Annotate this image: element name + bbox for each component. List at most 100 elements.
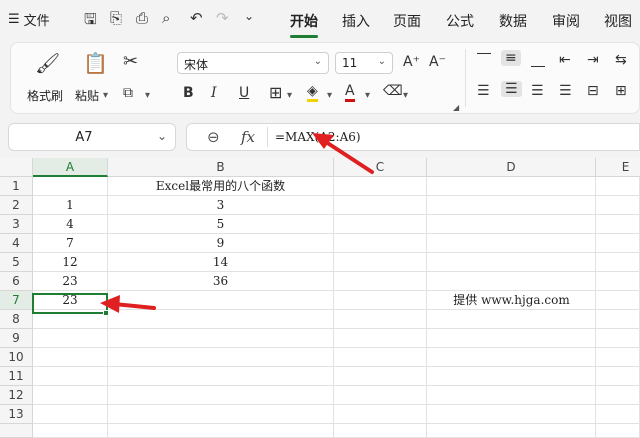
cell-a3[interactable]: 4: [33, 215, 108, 234]
grid-cell[interactable]: [427, 367, 596, 386]
fill-handle[interactable]: [103, 310, 109, 316]
cell-b4[interactable]: 9: [108, 234, 334, 253]
align-right-icon[interactable]: ☰: [531, 83, 544, 99]
file-menu[interactable]: ☰ 文件: [8, 10, 50, 29]
grid-cell[interactable]: [596, 234, 640, 253]
grid-cell[interactable]: [427, 310, 596, 329]
shrink-font-button[interactable]: A⁻: [429, 54, 446, 70]
grid-cell[interactable]: [334, 367, 427, 386]
row-header-13[interactable]: 13: [0, 405, 33, 424]
grid-cell[interactable]: [108, 386, 334, 405]
grid-cell[interactable]: [596, 367, 640, 386]
row-header-8[interactable]: 8: [0, 310, 33, 329]
grid-cell[interactable]: [108, 405, 334, 424]
row-header-3[interactable]: 3: [0, 215, 33, 234]
tab-review[interactable]: 审阅: [552, 11, 580, 31]
cell-a6[interactable]: 23: [33, 272, 108, 291]
align-center-icon[interactable]: ☰: [501, 81, 522, 97]
format-painter-label[interactable]: 格式刷: [27, 87, 63, 104]
grid-cell[interactable]: [596, 272, 640, 291]
grid-cell[interactable]: [596, 196, 640, 215]
select-all-corner[interactable]: [0, 158, 33, 177]
align-top-icon[interactable]: ⎺: [477, 52, 491, 68]
paste-icon[interactable]: 📋: [83, 51, 108, 75]
cell-d7[interactable]: 提供 www.hjga.com: [427, 291, 596, 310]
grid-cell[interactable]: [334, 386, 427, 405]
column-header-d[interactable]: D: [427, 158, 596, 177]
grid-cell[interactable]: [596, 386, 640, 405]
grid-cell[interactable]: [427, 405, 596, 424]
italic-button[interactable]: I: [211, 85, 217, 101]
print-icon[interactable]: ⎙: [136, 9, 148, 27]
align-left-icon[interactable]: ☰: [477, 83, 490, 99]
tab-home[interactable]: 开始: [290, 11, 318, 31]
grid-cell[interactable]: [427, 234, 596, 253]
grid-cell[interactable]: [596, 348, 640, 367]
grid-cell[interactable]: [427, 424, 596, 438]
decrease-indent-icon[interactable]: ⇤: [559, 52, 571, 68]
tab-formula[interactable]: 公式: [446, 11, 474, 31]
eraser-dropdown-icon[interactable]: ▾: [403, 90, 408, 101]
grid-cell[interactable]: [108, 310, 334, 329]
grid-cell[interactable]: [596, 253, 640, 272]
insert-function-button[interactable]: fx: [241, 128, 255, 146]
grid-cell[interactable]: [33, 329, 108, 348]
row-header-14[interactable]: [0, 424, 33, 438]
grid-cell[interactable]: [596, 329, 640, 348]
cell-b3[interactable]: 5: [108, 215, 334, 234]
tab-insert[interactable]: 插入: [342, 11, 370, 31]
grid-cell[interactable]: [334, 348, 427, 367]
cut-icon[interactable]: ✂: [123, 51, 138, 72]
grid-cell[interactable]: [596, 177, 640, 196]
grid-cell[interactable]: [108, 424, 334, 438]
grid-cell[interactable]: [427, 177, 596, 196]
row-header-7[interactable]: 7: [0, 291, 33, 310]
paste-dropdown-icon[interactable]: ▾: [103, 90, 108, 101]
formula-input[interactable]: ⊖ fx =MAX(A2:A6): [186, 123, 640, 151]
grid-cell[interactable]: [334, 196, 427, 215]
wrap-text-icon[interactable]: ⇆: [615, 52, 627, 68]
tab-view[interactable]: 视图: [604, 11, 632, 31]
grid-cell[interactable]: [334, 253, 427, 272]
grid-cell[interactable]: [596, 424, 640, 438]
row-header-5[interactable]: 5: [0, 253, 33, 272]
border-icon[interactable]: ⊞: [269, 83, 282, 102]
grid-cell[interactable]: [427, 196, 596, 215]
zoom-formula-icon[interactable]: ⊖: [207, 128, 220, 146]
merge-cells-icon[interactable]: ⊞: [615, 83, 627, 99]
column-header-b[interactable]: B: [108, 158, 334, 177]
grid-cell[interactable]: [334, 405, 427, 424]
column-header-c[interactable]: C: [334, 158, 427, 177]
grid-cell[interactable]: [108, 348, 334, 367]
border-dropdown-icon[interactable]: ▾: [287, 90, 292, 101]
chevron-down-icon[interactable]: ⌄: [157, 129, 167, 143]
grid-cell[interactable]: [427, 348, 596, 367]
tab-page[interactable]: 页面: [393, 11, 421, 31]
fill-color-dropdown-icon[interactable]: ▾: [327, 90, 332, 101]
quick-access-more-icon[interactable]: ⌄: [244, 9, 254, 23]
row-header-10[interactable]: 10: [0, 348, 33, 367]
grid-cell[interactable]: [596, 310, 640, 329]
row-header-2[interactable]: 2: [0, 196, 33, 215]
grid-cell[interactable]: [596, 291, 640, 310]
grid-cell[interactable]: [33, 367, 108, 386]
tab-data[interactable]: 数据: [499, 11, 527, 31]
cell-b6[interactable]: 36: [108, 272, 334, 291]
grid-cell[interactable]: [33, 386, 108, 405]
align-middle-icon[interactable]: ≡: [501, 50, 521, 66]
increase-indent-icon[interactable]: ⇥: [587, 52, 599, 68]
grid-cell[interactable]: [33, 424, 108, 438]
cell-b2[interactable]: 3: [108, 196, 334, 215]
format-painter-icon[interactable]: 🖌: [35, 51, 60, 75]
grid-cell[interactable]: [108, 329, 334, 348]
grid-cell[interactable]: [334, 424, 427, 438]
grid-cell[interactable]: [427, 215, 596, 234]
grid-cell[interactable]: [33, 177, 108, 196]
bold-button[interactable]: B: [183, 85, 194, 101]
eraser-icon[interactable]: ⌫: [383, 83, 403, 99]
underline-button[interactable]: U: [239, 85, 249, 101]
print-preview-icon[interactable]: ⌕: [162, 9, 170, 27]
grid-cell[interactable]: [334, 272, 427, 291]
export-icon[interactable]: ⎘: [110, 9, 122, 27]
justify-icon[interactable]: ☰: [559, 83, 572, 99]
